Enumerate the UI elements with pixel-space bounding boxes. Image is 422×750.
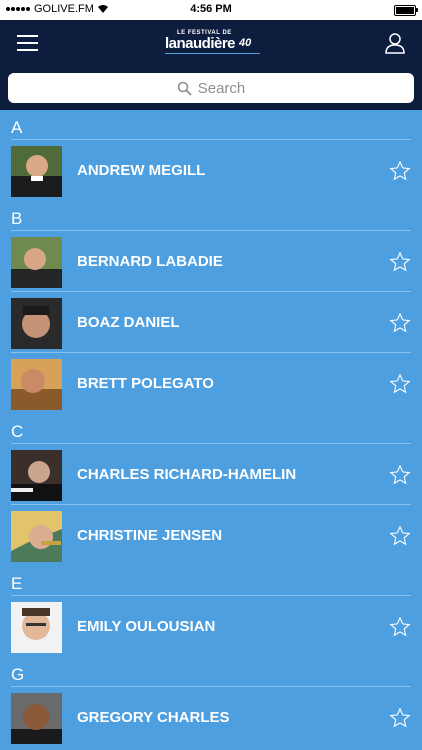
artist-name: ANDREW MEGILL [77,162,206,179]
battery-icon [394,5,418,16]
search-input[interactable]: Search [8,73,414,103]
artist-row[interactable]: CHARLES RICHARD-HAMELIN [0,444,422,505]
section-header: C [0,414,422,444]
artist-name: EMILY OULOUSIAN [77,618,216,635]
artist-row[interactable]: CHRISTINE JENSEN [0,505,422,566]
favorite-star-icon[interactable] [389,616,411,638]
menu-icon[interactable] [17,34,38,52]
artist-name: GREGORY CHARLES [77,709,230,726]
artist-avatar [11,602,62,653]
section-header: B [0,201,422,231]
favorite-star-icon[interactable] [389,707,411,729]
section-header: G [0,657,422,687]
favorite-star-icon[interactable] [389,525,411,547]
section-header: E [0,566,422,596]
user-profile-icon[interactable] [384,32,406,54]
search-icon [177,81,192,96]
artist-avatar [11,511,62,562]
artist-name: BOAZ DANIEL [77,314,180,331]
search-placeholder: Search [197,79,246,97]
artist-name: CHRISTINE JENSEN [77,527,223,544]
favorite-star-icon[interactable] [389,312,411,334]
logo-title: lanaudière [165,35,236,52]
favorite-star-icon[interactable] [389,160,411,182]
favorite-star-icon[interactable] [389,251,411,273]
artist-row[interactable]: EMILY OULOUSIAN [0,596,422,657]
artist-name: CHARLES RICHARD-HAMELIN [77,466,297,483]
artist-row[interactable]: ANDREW MEGILL [0,140,422,201]
artist-row[interactable]: BERNARD LABADIE [0,231,422,292]
artist-avatar [11,693,62,744]
favorite-star-icon[interactable] [389,464,411,486]
festival-logo: LE FESTIVAL DE lanaudière 40 [165,30,260,58]
artist-row[interactable]: BOAZ DANIEL [0,292,422,353]
artist-avatar [11,450,62,501]
artist-avatar [11,298,62,349]
artist-row[interactable]: BRETT POLEGATO [0,353,422,414]
logo-underline [165,53,260,54]
section-header: A [0,110,422,140]
artist-list: A ANDREW MEGILL B BERNARD LABADIE BOAZ D… [0,110,422,748]
status-bar: GOLIVE.FM 4:56 PM [0,0,422,20]
artist-avatar [11,146,62,197]
artist-avatar [11,237,62,288]
artist-row[interactable]: GREGORY CHARLES [0,687,422,748]
artist-name: BRETT POLEGATO [77,375,214,392]
favorite-star-icon[interactable] [389,373,411,395]
logo-anniversary-badge: 40 [239,37,252,49]
artist-name: BERNARD LABADIE [77,253,223,270]
artist-avatar [11,359,62,410]
status-time: 4:56 PM [190,3,232,15]
